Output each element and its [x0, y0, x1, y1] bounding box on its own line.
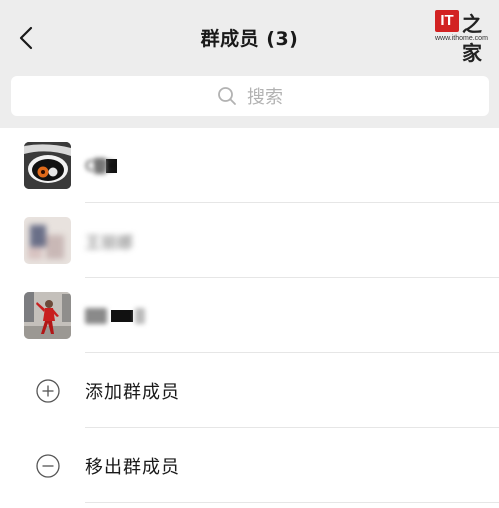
member-list: CYC 王丽娜 — [0, 128, 499, 508]
eye-illustration-icon — [24, 142, 71, 189]
member-name — [85, 304, 145, 328]
avatar — [24, 142, 71, 189]
ithome-watermark-logo: IT 之家 www.ithome.com — [435, 10, 493, 65]
member-row[interactable]: 王丽娜 — [0, 203, 499, 278]
avatar — [24, 217, 71, 264]
logo-url: www.ithome.com — [435, 35, 488, 42]
search-icon — [218, 87, 236, 105]
member-row[interactable] — [0, 278, 499, 353]
page-title: 群成员 (3) — [200, 28, 299, 50]
avatar — [24, 292, 71, 339]
divider — [85, 502, 499, 503]
redaction-block — [85, 308, 107, 324]
remove-member-button[interactable]: 移出群成员 — [0, 428, 499, 503]
minus-circle-icon — [36, 454, 60, 478]
member-row[interactable]: CYC — [0, 128, 499, 203]
blurred-photo — [24, 217, 71, 264]
member-name: CYC — [85, 154, 118, 178]
nav-bar: 群成员 (3) IT 之家 www.ithome.com — [0, 0, 499, 76]
remove-member-label: 移出群成员 — [85, 457, 180, 478]
redaction-block — [135, 308, 145, 324]
redaction-block — [111, 310, 133, 322]
redaction-block — [94, 158, 107, 174]
logo-it-badge: IT — [435, 10, 459, 32]
plus-circle-icon — [36, 379, 60, 403]
search-bar[interactable]: 搜索 — [11, 76, 489, 116]
add-member-button[interactable]: 添加群成员 — [0, 353, 499, 428]
member-name: 王丽娜 — [85, 233, 134, 252]
search-placeholder: 搜索 — [247, 87, 283, 108]
add-member-label: 添加群成员 — [85, 382, 180, 403]
figure-red-outfit-icon — [24, 292, 71, 339]
